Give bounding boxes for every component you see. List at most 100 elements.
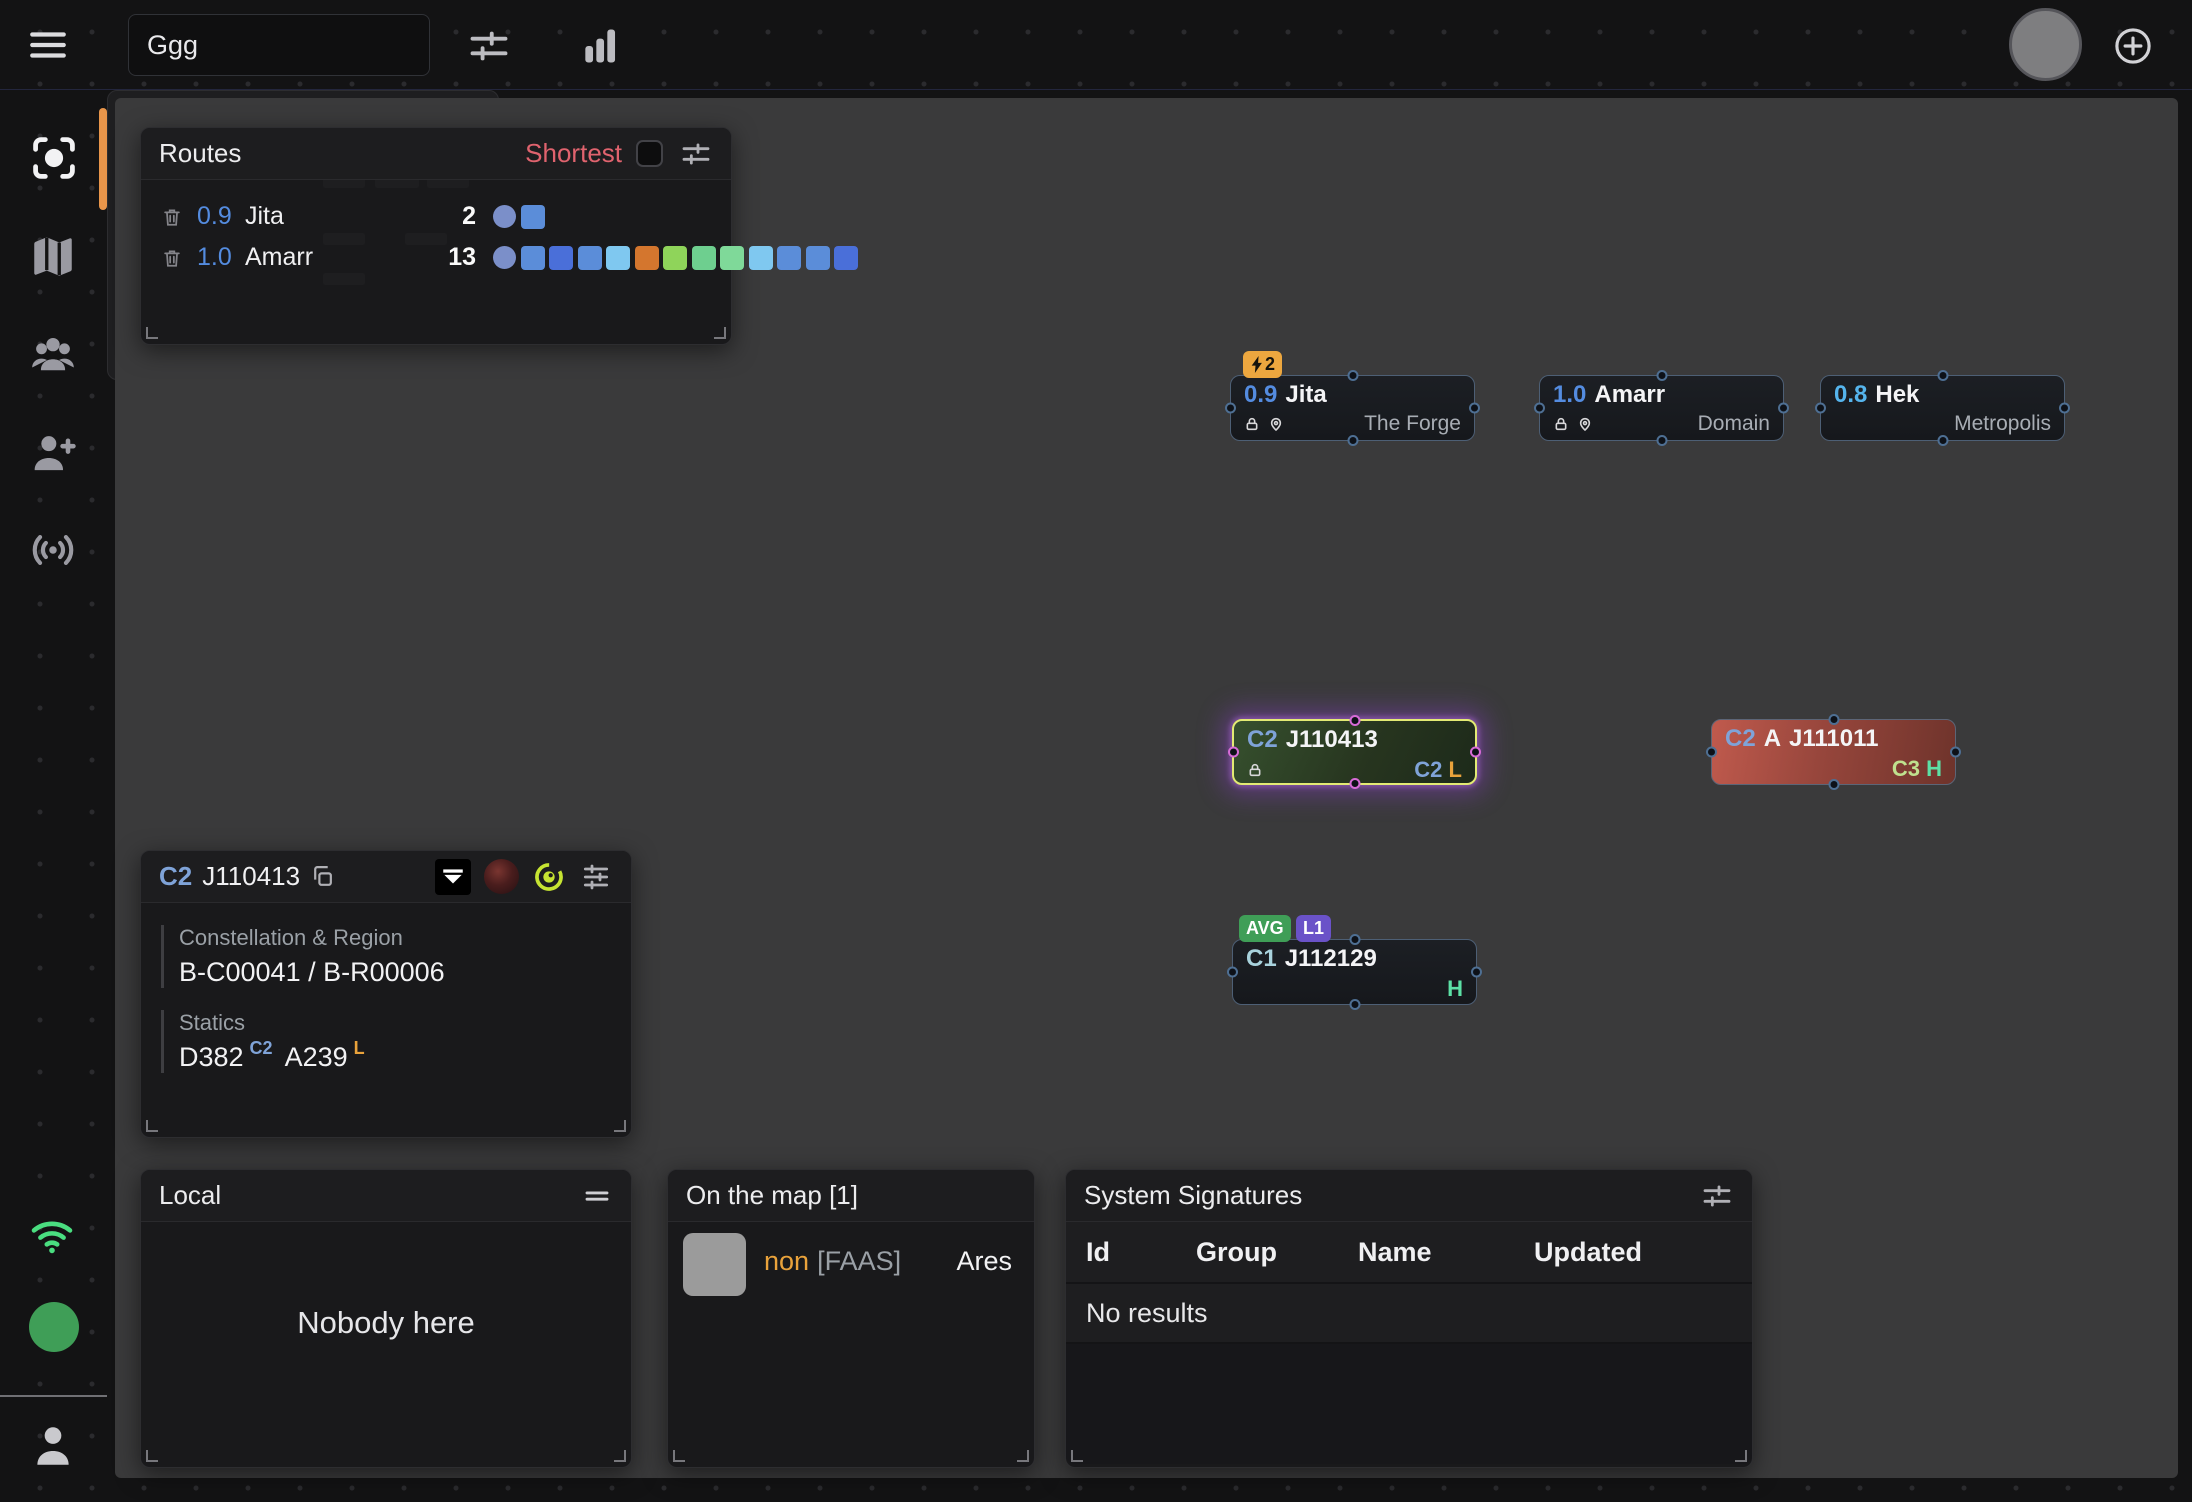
connector-dot[interactable] — [1349, 934, 1360, 945]
delete-route-button[interactable] — [161, 247, 185, 269]
connector-dot[interactable] — [1347, 370, 1358, 381]
sidebar-item-profile[interactable] — [28, 1420, 80, 1472]
route-jump-chip[interactable] — [806, 246, 830, 270]
connector-dot[interactable] — [1937, 370, 1948, 381]
sidebar-item-add-character[interactable] — [28, 426, 80, 478]
local-menu-button[interactable] — [581, 1181, 613, 1211]
connector-dot[interactable] — [1227, 967, 1238, 978]
route-destination[interactable]: Amarr — [245, 243, 313, 272]
resize-handle[interactable] — [673, 1450, 685, 1462]
sov-logo[interactable] — [435, 859, 471, 895]
route-jump-chip[interactable] — [692, 246, 716, 270]
connector-dot[interactable] — [1828, 779, 1839, 790]
resize-handle[interactable] — [614, 1120, 626, 1132]
map-canvas[interactable]: 2 0.9 Jita The Forge 1.0 Amarr Domain — [107, 90, 2192, 1502]
connector-dot[interactable] — [1469, 403, 1480, 414]
route-jump-chip[interactable] — [578, 246, 602, 270]
resize-handle[interactable] — [714, 327, 726, 339]
map-filters-button[interactable] — [466, 22, 518, 70]
system-info-header[interactable]: C2 J110413 — [141, 851, 631, 903]
connector-dot[interactable] — [1656, 435, 1667, 446]
connector-dot[interactable] — [1534, 403, 1545, 414]
node-j111011[interactable]: C2 A J111011 C3 H — [1711, 719, 1956, 785]
signatures-column[interactable]: Updated — [1534, 1237, 1752, 1268]
pilot-row[interactable]: non[FAAS]Ares — [668, 1222, 1034, 1322]
user-avatar[interactable] — [2009, 8, 2082, 81]
signatures-column[interactable]: Group — [1196, 1237, 1358, 1268]
connector-dot[interactable] — [1828, 714, 1839, 725]
connection-status-button[interactable] — [28, 1210, 80, 1262]
constellation-section: Constellation & Region B-C00041 / B-R000… — [161, 925, 631, 988]
connector-dot[interactable] — [1706, 747, 1717, 758]
signatures-body — [1066, 1344, 1752, 1464]
node-j112129[interactable]: AVG L1 C1 J112129 H — [1232, 939, 1477, 1005]
connector-dot[interactable] — [1349, 778, 1360, 789]
resize-handle[interactable] — [1735, 1450, 1747, 1462]
status-dot[interactable] — [29, 1302, 79, 1352]
sidebar-item-maps[interactable] — [28, 230, 80, 282]
connector-dot[interactable] — [1349, 999, 1360, 1010]
connector-dot[interactable] — [1347, 435, 1358, 446]
on-the-map-panel: On the map [1] non[FAAS]Ares — [667, 1169, 1035, 1468]
on-the-map-header[interactable]: On the map [1] — [668, 1170, 1034, 1222]
connector-dot[interactable] — [1228, 747, 1239, 758]
route-jump-chip[interactable] — [720, 246, 744, 270]
sidebar-divider — [0, 1395, 107, 1397]
node-hek[interactable]: 0.8 Hek Metropolis — [1820, 375, 2065, 441]
signatures-settings-button[interactable] — [1700, 1180, 1734, 1212]
connector-dot[interactable] — [2059, 403, 2070, 414]
resize-handle[interactable] — [1017, 1450, 1029, 1462]
routes-panel-header[interactable]: Routes Shortest — [141, 128, 731, 180]
copy-button[interactable] — [310, 864, 335, 889]
menu-button[interactable] — [24, 23, 74, 67]
signatures-header[interactable]: System Signatures — [1066, 1170, 1752, 1222]
route-jump-chip[interactable] — [777, 246, 801, 270]
resize-handle[interactable] — [1071, 1450, 1083, 1462]
route-jump-chip[interactable] — [749, 246, 773, 270]
local-panel-header[interactable]: Local — [141, 1170, 631, 1222]
resize-handle[interactable] — [146, 327, 158, 339]
node-jita[interactable]: 2 0.9 Jita The Forge — [1230, 375, 1475, 441]
signatures-column[interactable]: Id — [1086, 1237, 1196, 1268]
map-stats-button[interactable] — [578, 22, 630, 70]
route-jump-chip[interactable] — [521, 246, 545, 270]
node-j110413[interactable]: C2 J110413 C2 L — [1232, 719, 1477, 785]
sidebar-item-signals[interactable] — [28, 524, 80, 576]
connector-dot[interactable] — [1656, 370, 1667, 381]
route-jump-chip[interactable] — [549, 246, 573, 270]
sidebar-item-tracking[interactable] — [28, 132, 80, 184]
resize-handle[interactable] — [614, 1450, 626, 1462]
connector-dot[interactable] — [1470, 747, 1481, 758]
signatures-column[interactable]: Name — [1358, 1237, 1534, 1268]
shortest-checkbox[interactable] — [636, 140, 663, 167]
route-jump-chip[interactable] — [521, 205, 545, 229]
resize-handle[interactable] — [146, 1450, 158, 1462]
route-destination[interactable]: Jita — [245, 202, 284, 231]
route-origin-dot[interactable] — [493, 205, 516, 228]
signatures-panel: System Signatures IdGroupNameUpdated No … — [1065, 1169, 1753, 1468]
system-settings-button[interactable] — [579, 861, 613, 893]
connector-dot[interactable] — [1778, 403, 1789, 414]
connector-dot[interactable] — [1349, 715, 1360, 726]
route-jump-chip[interactable] — [663, 246, 687, 270]
route-origin-dot[interactable] — [493, 246, 516, 269]
add-button[interactable] — [2112, 24, 2156, 68]
sidebar-item-characters[interactable] — [28, 328, 80, 380]
sliders-icon — [579, 861, 613, 893]
delete-route-button[interactable] — [161, 206, 185, 228]
map-select-input[interactable] — [128, 14, 430, 76]
route-jump-chip[interactable] — [606, 246, 630, 270]
corp-avatar[interactable] — [484, 859, 519, 894]
resize-handle[interactable] — [146, 1120, 158, 1132]
connector-dot[interactable] — [1225, 403, 1236, 414]
node-amarr[interactable]: 1.0 Amarr Domain — [1539, 375, 1784, 441]
route-jump-chip[interactable] — [635, 246, 659, 270]
connector-dot[interactable] — [1815, 403, 1826, 414]
connector-dot[interactable] — [1471, 967, 1482, 978]
locate-button[interactable] — [532, 860, 566, 894]
route-jump-chip[interactable] — [834, 246, 858, 270]
routes-settings-button[interactable] — [679, 138, 713, 170]
map-pin-icon — [1577, 416, 1593, 432]
connector-dot[interactable] — [1950, 747, 1961, 758]
connector-dot[interactable] — [1937, 435, 1948, 446]
